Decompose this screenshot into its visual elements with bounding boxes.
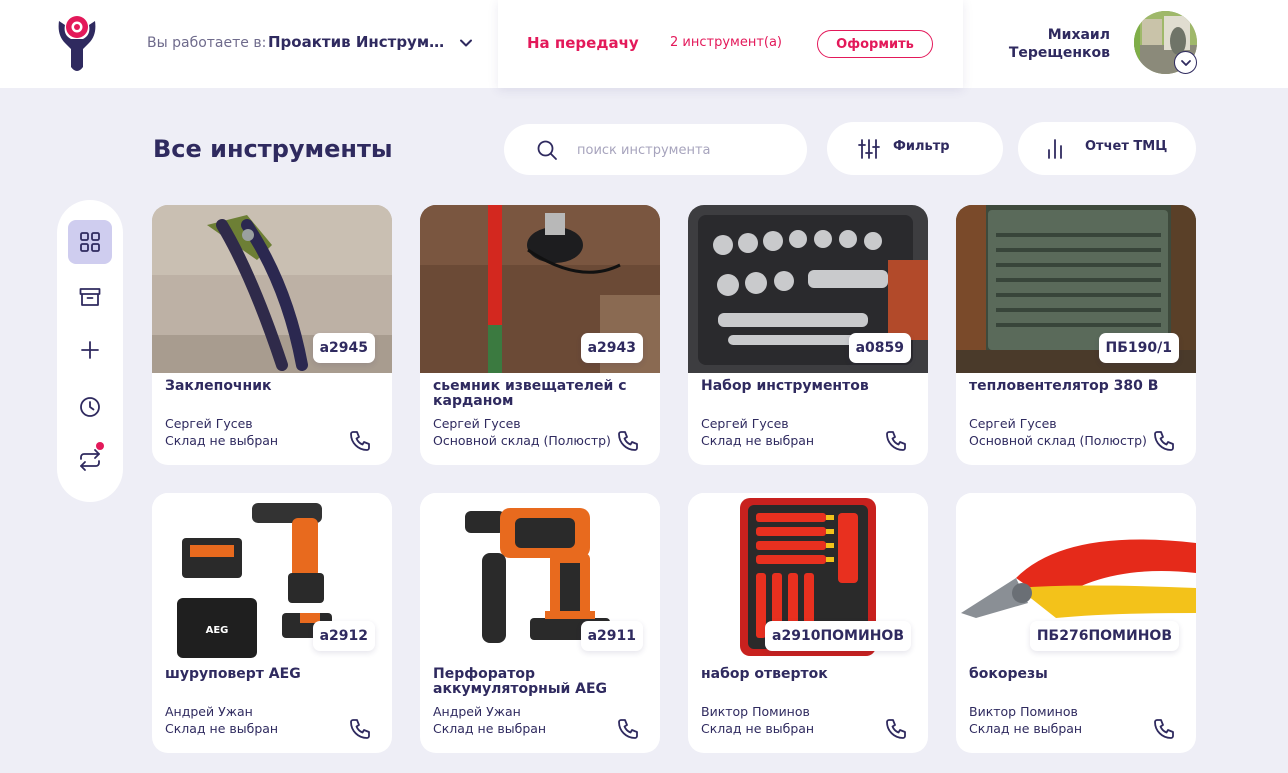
tool-owner: Сергей Гусев	[969, 416, 1057, 431]
tool-name: Перфоратор аккумуляторный AEG	[433, 666, 608, 697]
tool-card[interactable]: а0859 Набор инструментов Сергей Гусев Ск…	[688, 205, 928, 465]
user-name: Михаил Терещенков	[990, 26, 1110, 62]
grid-icon	[80, 232, 100, 252]
tool-card[interactable]: AEG а2912 шуруповерт AEG Андрей Ужан Скл…	[152, 493, 392, 753]
phone-icon[interactable]	[616, 429, 640, 453]
top-header: Вы работаете в: Проактив Инструме... На …	[0, 0, 1288, 88]
sidebar-item-all-tools[interactable]	[68, 220, 112, 264]
tool-code-badge: ПБ276ПОМИНОВ	[1029, 621, 1179, 651]
tool-code-badge: а2911	[580, 621, 643, 651]
phone-icon[interactable]	[884, 717, 908, 741]
sidebar	[57, 200, 123, 502]
tool-owner: Андрей Ужан	[433, 704, 521, 719]
phone-icon[interactable]	[884, 429, 908, 453]
workspace-selector[interactable]: Проактив Инструме...	[268, 33, 452, 51]
tool-name: сьемник извещателей с карданом	[433, 378, 627, 409]
user-first-name: Михаил	[1047, 27, 1110, 43]
transfer-icon	[80, 449, 100, 471]
filter-label: Фильтр	[893, 139, 950, 154]
tool-name: Заклепочник	[165, 378, 272, 394]
tool-owner: Андрей Ужан	[165, 704, 253, 719]
tool-card[interactable]: а2945 Заклепочник Сергей Гусев Склад не …	[152, 205, 392, 465]
archive-icon	[79, 288, 101, 306]
tool-owner: Виктор Поминов	[701, 704, 810, 719]
notification-dot	[96, 442, 104, 450]
search-icon	[537, 140, 557, 160]
transfer-title[interactable]: На передачу	[527, 34, 639, 52]
sidebar-item-add[interactable]	[68, 328, 112, 372]
tool-code-badge: ПБ190/1	[1098, 333, 1179, 363]
filter-button[interactable]: Фильтр	[827, 122, 1003, 175]
search-input[interactable]	[577, 137, 787, 163]
tool-warehouse: Основной склад (Полюстр)	[969, 433, 1147, 448]
chevron-down-icon	[1180, 59, 1191, 66]
clock-icon	[80, 397, 100, 417]
tool-warehouse: Основной склад (Полюстр)	[433, 433, 611, 448]
tool-owner: Сергей Гусев	[433, 416, 521, 431]
tool-card[interactable]: а2943 сьемник извещателей с карданом Сер…	[420, 205, 660, 465]
phone-icon[interactable]	[1152, 717, 1176, 741]
sidebar-item-transfers[interactable]	[68, 438, 112, 482]
tool-name: Набор инструментов	[701, 378, 869, 394]
workspace-label: Вы работаете в:	[147, 35, 267, 51]
tool-card[interactable]: а2910ПОМИНОВ набор отверток Виктор Помин…	[688, 493, 928, 753]
tool-code-badge: а2943	[580, 333, 643, 363]
tool-warehouse: Склад не выбран	[701, 721, 815, 736]
report-label: Отчет ТМЦ	[1085, 139, 1168, 154]
transfer-panel: На передачу 2 инструмент(а) Оформить	[498, 0, 963, 88]
svg-text:AEG: AEG	[206, 625, 229, 636]
phone-icon[interactable]	[348, 717, 372, 741]
phone-icon[interactable]	[1152, 429, 1176, 453]
checkout-button[interactable]: Оформить	[817, 30, 933, 58]
tool-warehouse: Склад не выбран	[701, 433, 815, 448]
tool-name: бокорезы	[969, 666, 1048, 682]
search-box[interactable]	[504, 124, 807, 175]
account-menu-toggle[interactable]	[1174, 51, 1197, 74]
phone-icon[interactable]	[348, 429, 372, 453]
report-button[interactable]: Отчет ТМЦ	[1018, 122, 1196, 175]
user-last-name: Терещенков	[1008, 45, 1110, 61]
tool-warehouse: Склад не выбран	[433, 721, 547, 736]
sidebar-item-history[interactable]	[68, 385, 112, 429]
tool-code-badge: а2912	[312, 621, 375, 651]
tool-owner: Виктор Поминов	[969, 704, 1078, 719]
phone-icon[interactable]	[616, 717, 640, 741]
tool-name: шуруповерт AEG	[165, 666, 301, 682]
chevron-down-icon[interactable]	[459, 36, 473, 50]
tool-warehouse: Склад не выбран	[969, 721, 1083, 736]
tool-card[interactable]: а2911 Перфоратор аккумуляторный AEG Андр…	[420, 493, 660, 753]
transfer-count: 2 инструмент(а)	[670, 35, 783, 50]
tool-code-badge: а2945	[312, 333, 375, 363]
tool-code-badge: а0859	[848, 333, 911, 363]
tool-code-badge: а2910ПОМИНОВ	[765, 621, 911, 651]
tool-owner: Сергей Гусев	[165, 416, 253, 431]
plus-icon	[81, 341, 99, 359]
bar-chart-icon	[1048, 139, 1062, 159]
tool-card[interactable]: ПБ190/1 тепловентелятор 380 В Сергей Гус…	[956, 205, 1196, 465]
page-title: Все инструменты	[153, 135, 393, 163]
tool-name: тепловентелятор 380 В	[969, 378, 1159, 394]
app-logo[interactable]	[55, 15, 99, 73]
tool-name: набор отверток	[701, 666, 828, 682]
filter-sliders-icon	[858, 139, 880, 159]
sidebar-item-archive[interactable]	[68, 275, 112, 319]
tool-card[interactable]: ПБ276ПОМИНОВ бокорезы Виктор Поминов Скл…	[956, 493, 1196, 753]
tool-warehouse: Склад не выбран	[165, 721, 279, 736]
tool-owner: Сергей Гусев	[701, 416, 789, 431]
tool-warehouse: Склад не выбран	[165, 433, 279, 448]
